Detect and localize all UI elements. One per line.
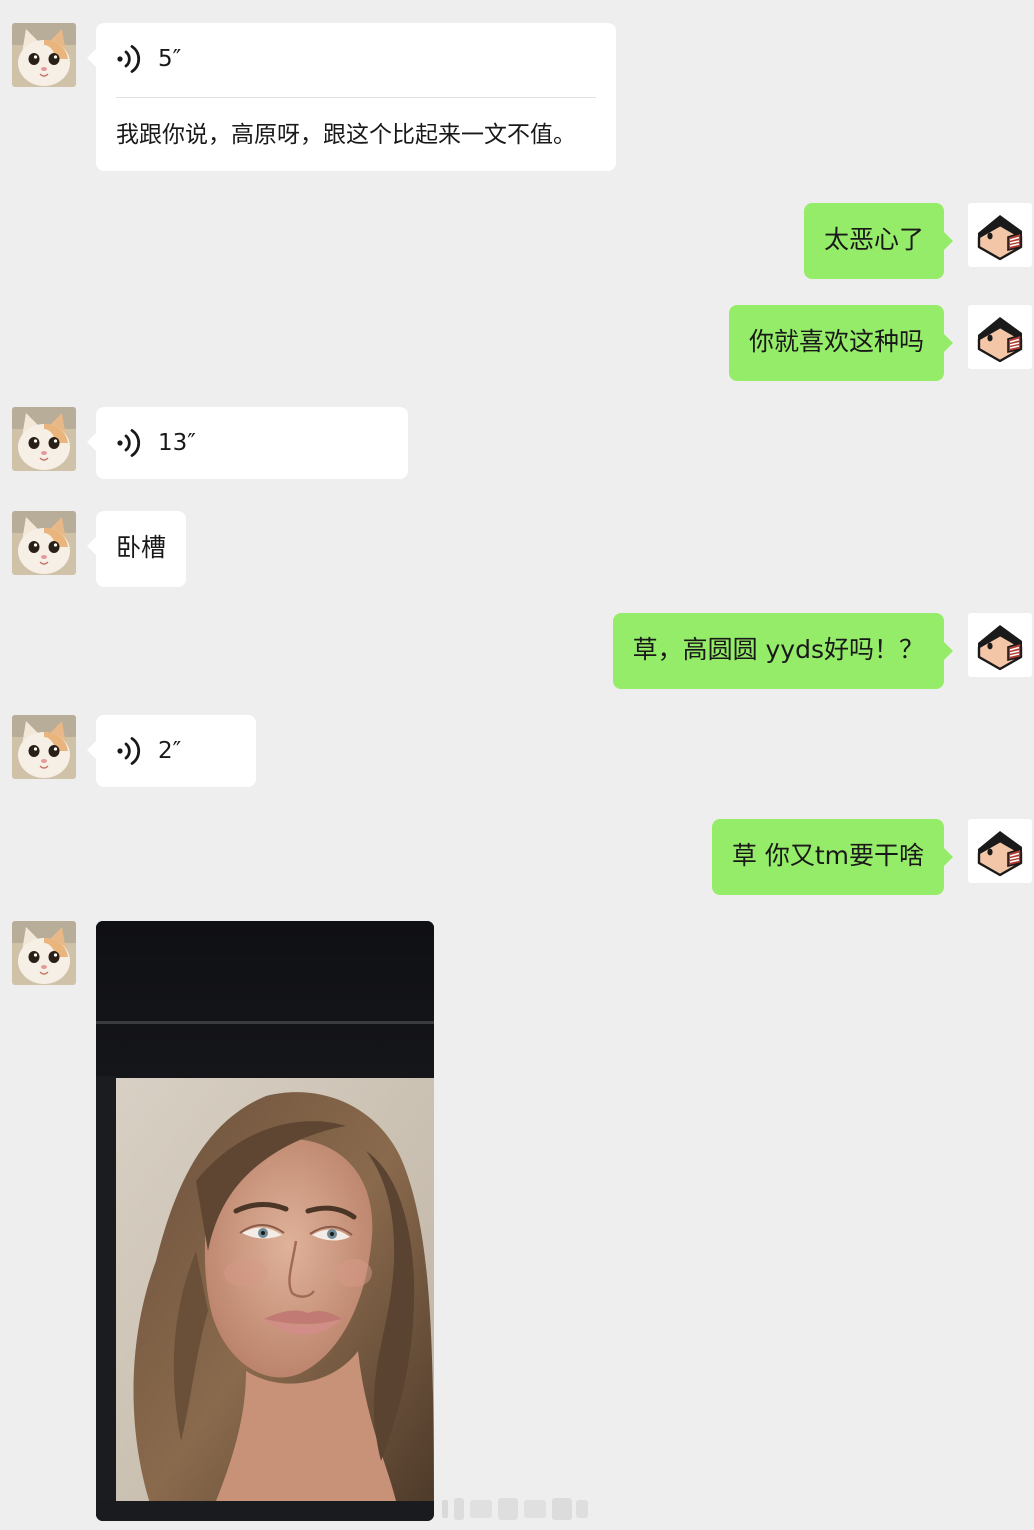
- voice-transcript: 我跟你说，高原呀，跟这个比起来一文不值。: [116, 122, 576, 148]
- voice-message-bubble[interactable]: 5″ 我跟你说，高原呀，跟这个比起来一文不值。: [87, 23, 616, 171]
- contact-avatar[interactable]: [12, 921, 76, 985]
- voice-message-row[interactable]: 2″: [116, 733, 236, 769]
- outgoing-text-bubble[interactable]: 草，高圆圆 yyds好吗！？: [612, 613, 954, 689]
- cartoon-face-avatar-icon: [968, 305, 1032, 369]
- cartoon-face-avatar-icon: [968, 613, 1032, 677]
- voice-wave-icon: [116, 427, 144, 459]
- cat-avatar-icon: [12, 715, 76, 779]
- incoming-text-bubble[interactable]: 卧槽: [86, 511, 187, 587]
- contact-avatar[interactable]: [12, 23, 76, 87]
- contact-avatar[interactable]: [12, 511, 76, 575]
- voice-wave-icon: [116, 43, 144, 75]
- voice-duration: 2″: [158, 738, 182, 764]
- cat-avatar-icon: [12, 511, 76, 575]
- voice-message-bubble[interactable]: 13″: [87, 407, 408, 479]
- voice-message-row[interactable]: 5″: [116, 41, 596, 77]
- cat-avatar-icon: [12, 921, 76, 985]
- voice-message-row[interactable]: 13″: [116, 425, 388, 461]
- cat-avatar-icon: [12, 23, 76, 87]
- self-avatar[interactable]: [968, 203, 1032, 267]
- watermark: [440, 1494, 590, 1524]
- cat-avatar-icon: [12, 407, 76, 471]
- image-message[interactable]: [96, 921, 434, 1521]
- outgoing-text-bubble[interactable]: 草 你又tm要干啥: [711, 819, 954, 895]
- outgoing-text-bubble[interactable]: 太恶心了: [803, 203, 954, 279]
- transcript-divider: [116, 97, 596, 98]
- photo-portrait: [96, 921, 434, 1521]
- voice-message-bubble[interactable]: 2″: [87, 715, 256, 787]
- cartoon-face-avatar-icon: [968, 819, 1032, 883]
- outgoing-text-bubble[interactable]: 你就喜欢这种吗: [728, 305, 954, 381]
- voice-duration: 13″: [158, 430, 196, 456]
- self-avatar[interactable]: [968, 819, 1032, 883]
- contact-avatar[interactable]: [12, 715, 76, 779]
- self-avatar[interactable]: [968, 305, 1032, 369]
- self-avatar[interactable]: [968, 613, 1032, 677]
- contact-avatar[interactable]: [12, 407, 76, 471]
- cartoon-face-avatar-icon: [968, 203, 1032, 267]
- voice-wave-icon: [116, 735, 144, 767]
- voice-duration: 5″: [158, 46, 182, 72]
